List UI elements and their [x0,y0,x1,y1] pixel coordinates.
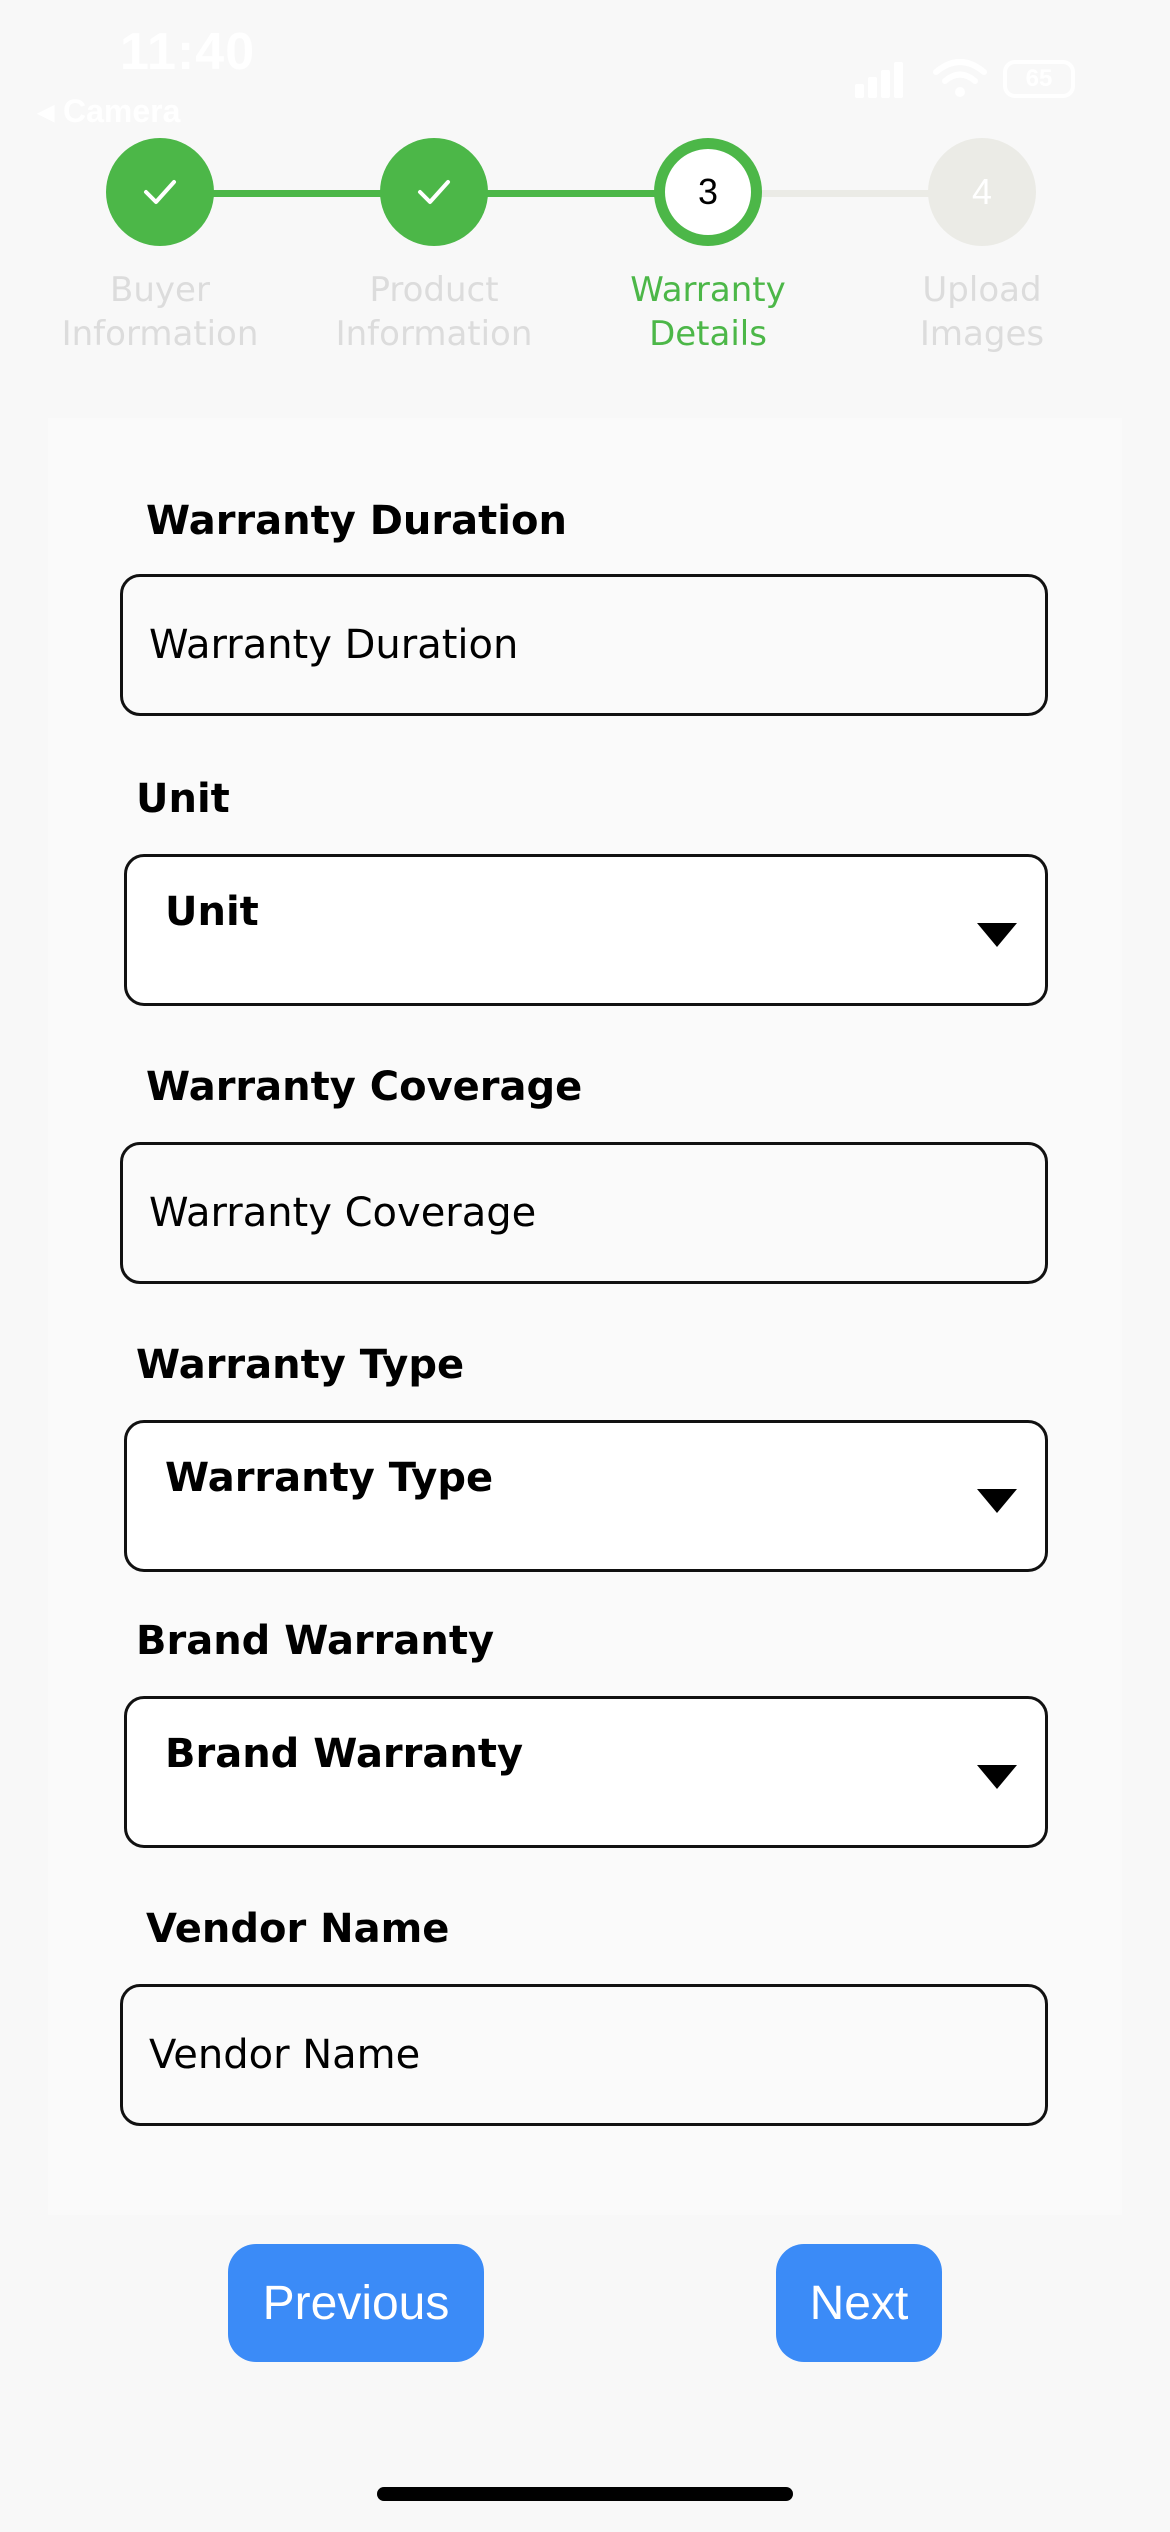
previous-button[interactable]: Previous [228,2244,484,2362]
wifi-icon [933,59,987,97]
status-indicators: 65 [855,58,1085,102]
brand-warranty-selected-value: Brand Warranty [165,1731,524,1777]
status-time: 11:40 [120,23,256,81]
battery-level: 65 [1025,65,1053,92]
warranty-duration-input[interactable] [120,574,1048,716]
step-connector-3 [760,190,940,197]
brand-warranty-select[interactable]: Brand Warranty [124,1696,1048,1848]
unit-selected-value: Unit [165,889,259,935]
warranty-type-selected-value: Warranty Type [165,1455,494,1501]
chevron-down-icon [977,1765,1017,1789]
chevron-down-icon [977,923,1017,947]
step-2-product-information[interactable] [380,138,488,246]
check-icon [144,180,176,204]
next-button[interactable]: Next [776,2244,942,2362]
warranty-type-label: Warranty Type [136,1342,465,1388]
vendor-name-input[interactable] [120,1984,1048,2126]
signal-icon [855,62,903,98]
back-to-camera-link[interactable]: ◂ Camera [38,92,180,130]
warranty-coverage-label: Warranty Coverage [146,1064,583,1110]
step-3-number: 3 [697,171,719,212]
unit-label: Unit [136,776,230,822]
battery-icon: 65 [1003,60,1075,98]
vendor-name-label: Vendor Name [146,1906,450,1952]
brand-warranty-label: Brand Warranty [136,1618,495,1664]
chevron-down-icon [977,1489,1017,1513]
progress-stepper: 3 4 Buyer Information Product Informatio… [0,130,1170,370]
step-1-label: Buyer Information [61,270,259,354]
step-4-upload-images[interactable]: 4 [928,138,1036,246]
step-1-buyer-information[interactable] [106,138,214,246]
step-2-label: Product Information [335,270,533,354]
step-3-label: Warranty Details [630,270,786,354]
warranty-details-form: Warranty Duration Unit Unit Warranty Cov… [48,418,1122,2215]
unit-select[interactable]: Unit [124,854,1048,1006]
warranty-duration-label: Warranty Duration [146,498,567,544]
step-4-label: Upload Images [919,270,1045,354]
check-icon [418,180,450,204]
warranty-coverage-input[interactable] [120,1142,1048,1284]
step-4-number: 4 [971,171,993,212]
warranty-type-select[interactable]: Warranty Type [124,1420,1048,1572]
home-indicator[interactable] [377,2487,793,2501]
step-3-warranty-details[interactable]: 3 [654,138,762,246]
